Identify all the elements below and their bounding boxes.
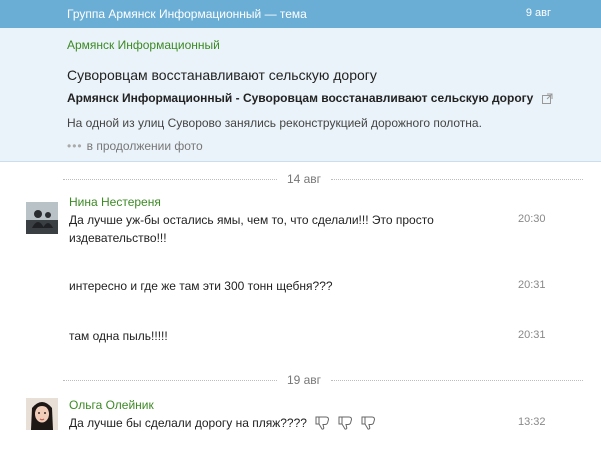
thumbs-down-icon: [338, 416, 353, 430]
topic-date: 9 авг: [525, 7, 551, 19]
thumbs-down-icon: [361, 416, 376, 430]
reaction-icons: [314, 414, 377, 431]
post-link[interactable]: Армянск Информационный - Суворовцам восс…: [67, 91, 533, 105]
comment-time: 20:31: [518, 329, 546, 341]
post-heading: Суворовцам восстанавливают сельскую доро…: [67, 67, 377, 83]
comment-author[interactable]: Нина Нестереня: [69, 195, 161, 209]
date-divider-label: 14 авг: [286, 172, 322, 186]
post-more-label: в продолжении фото: [86, 139, 203, 153]
avatar[interactable]: [26, 202, 58, 234]
ellipsis-icon: •••: [67, 139, 83, 153]
date-divider: 14 авг: [63, 172, 583, 186]
avatar-photo: [26, 202, 58, 234]
post-author[interactable]: Армянск Информационный: [67, 38, 220, 52]
thumbs-down-icon: [315, 416, 330, 430]
post-link-row: Армянск Информационный - Суворовцам восс…: [67, 91, 553, 105]
topic-post: Армянск Информационный Суворовцам восста…: [0, 28, 601, 162]
comment-time: 20:30: [518, 213, 546, 225]
post-description: На одной из улиц Суворово занялись рекон…: [67, 116, 482, 130]
comment-time: 13:32: [518, 416, 546, 428]
avatar[interactable]: [26, 398, 58, 430]
comment-message: Да лучше уж-бы остались ямы, чем то, что…: [69, 213, 434, 245]
topic-header: Группа Армянск Информационный — тема 9 а…: [0, 0, 601, 28]
comment-message: интересно и где же там эти 300 тонн щебн…: [69, 279, 333, 293]
comment-message: там одна пыль!!!!!: [69, 329, 168, 343]
topic-title[interactable]: Группа Армянск Информационный — тема: [67, 7, 307, 21]
avatar-photo: [26, 398, 58, 430]
comment-message: Да лучше бы сделали дорогу на пляж????: [69, 416, 307, 430]
date-divider: 19 авг: [63, 373, 583, 387]
date-divider-label: 19 авг: [286, 373, 322, 387]
post-more-link[interactable]: ••• в продолжении фото: [67, 139, 203, 153]
comment-author[interactable]: Ольга Олейник: [69, 398, 154, 412]
external-link-icon[interactable]: [541, 93, 553, 105]
comment-time: 20:31: [518, 279, 546, 291]
